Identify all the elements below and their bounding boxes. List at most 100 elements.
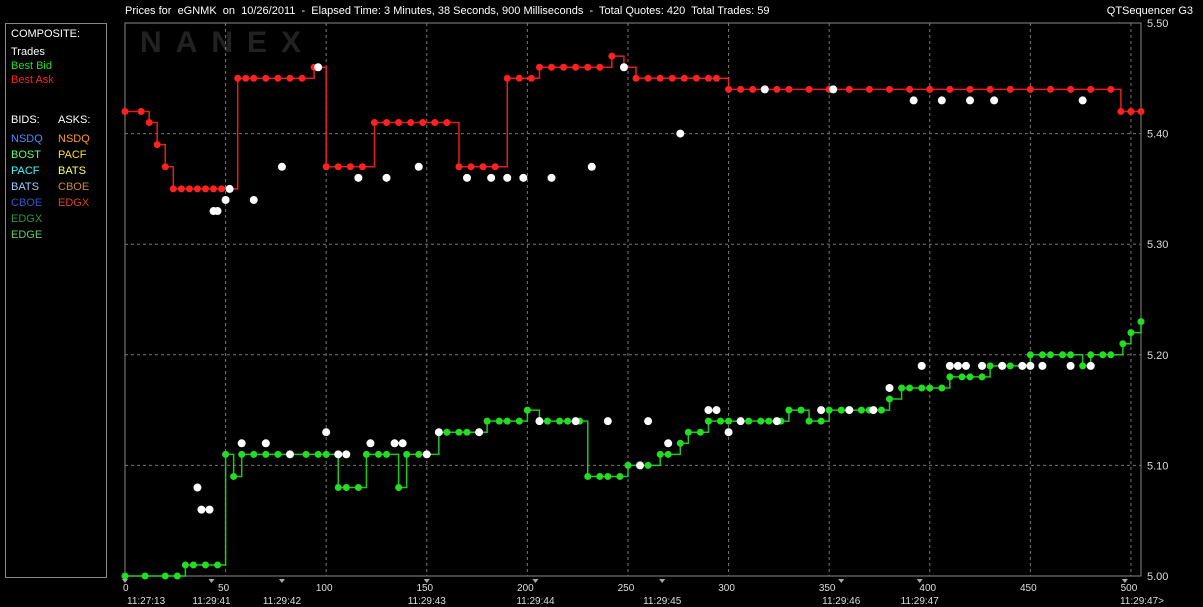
trade-point — [937, 96, 946, 105]
quote-point — [1046, 351, 1054, 359]
trade-point — [636, 461, 645, 470]
trade-point — [463, 173, 472, 182]
x-tick-label: 200 — [517, 583, 534, 594]
watermark: NANEX — [140, 26, 315, 59]
quote-point — [1006, 85, 1014, 93]
quote-point — [443, 119, 451, 127]
quote-point — [898, 384, 906, 392]
quote-point — [1067, 85, 1075, 93]
trade-point — [704, 406, 713, 415]
trade-point — [587, 162, 596, 171]
quote-point — [189, 561, 197, 569]
trade-point — [945, 361, 954, 370]
quote-point — [1127, 107, 1135, 115]
trade-point — [619, 63, 628, 72]
quote-point — [222, 450, 230, 458]
x-tick-label: 0 — [123, 583, 129, 594]
quote-point — [250, 74, 258, 82]
quote-point — [1099, 351, 1107, 359]
quote-point — [181, 561, 189, 569]
x-tick-label: 150 — [416, 583, 433, 594]
trade-point — [1078, 96, 1087, 105]
quote-point — [1006, 362, 1014, 370]
quote-point — [684, 428, 692, 436]
quote-point — [274, 74, 282, 82]
quote-point — [535, 63, 543, 71]
trade-point — [965, 96, 974, 105]
quote-point — [548, 63, 556, 71]
quote-point — [362, 450, 370, 458]
quote-point — [419, 119, 427, 127]
quote-point — [986, 85, 994, 93]
time-label: 11:29:47 — [901, 596, 940, 607]
quote-point — [632, 74, 640, 82]
quote-point — [515, 417, 523, 425]
quote-point — [644, 74, 652, 82]
trade-point — [334, 450, 343, 459]
quote-point — [201, 561, 209, 569]
trade-point — [1066, 361, 1075, 370]
quote-point — [358, 163, 366, 171]
x-tick-label: 300 — [718, 583, 735, 594]
quote-point — [153, 141, 161, 149]
quote-point — [604, 472, 612, 480]
trade-point — [817, 406, 826, 415]
quote-point — [286, 74, 294, 82]
quote-point — [230, 472, 238, 480]
quote-point — [322, 450, 330, 458]
y-tick-label: 5.00 — [1147, 571, 1168, 583]
quote-point — [262, 74, 270, 82]
quote-point — [1079, 362, 1087, 370]
quote-point — [455, 428, 463, 436]
x-tick-label: 350 — [819, 583, 836, 594]
time-label: 11:29:45 — [643, 596, 682, 607]
quote-point — [958, 373, 966, 381]
quote-point — [431, 119, 439, 127]
quote-point — [185, 185, 193, 193]
time-marker — [208, 579, 215, 583]
trade-point — [390, 439, 399, 448]
quote-point — [342, 484, 350, 492]
quote-point — [817, 417, 825, 425]
quote-point — [785, 406, 793, 414]
quote-point — [383, 450, 391, 458]
x-tick-label: 450 — [1020, 583, 1037, 594]
trade-point — [998, 361, 1007, 370]
quote-point — [161, 572, 169, 580]
quote-point — [616, 472, 624, 480]
trade-point — [535, 417, 544, 426]
quote-point — [886, 395, 894, 403]
quote-point — [704, 74, 712, 82]
quote-point — [250, 450, 258, 458]
trade-point — [197, 505, 206, 514]
time-label: 11:29:43 — [408, 596, 447, 607]
quote-point — [773, 85, 781, 93]
quote-point — [725, 417, 733, 425]
trade-point — [712, 406, 721, 415]
y-tick-label: 5.10 — [1147, 460, 1168, 472]
quote-point — [596, 472, 604, 480]
quote-point — [584, 472, 592, 480]
time-label: 11:27:13 — [127, 596, 166, 607]
quote-point — [1067, 351, 1075, 359]
trade-point — [221, 195, 230, 204]
quote-point — [201, 185, 209, 193]
quote-point — [242, 74, 250, 82]
quote-point — [692, 74, 700, 82]
quote-point — [527, 74, 535, 82]
quote-point — [680, 74, 688, 82]
quote-point — [986, 362, 994, 370]
trade-point — [225, 184, 234, 193]
quote-point — [805, 85, 813, 93]
trade-point — [885, 383, 894, 392]
trade-point — [603, 417, 612, 426]
y-tick-label: 5.50 — [1147, 18, 1168, 30]
quote-point — [676, 439, 684, 447]
quote-point — [938, 384, 946, 392]
quote-point — [696, 428, 704, 436]
quote-point — [467, 163, 475, 171]
trade-point — [760, 85, 769, 94]
quote-point — [543, 417, 551, 425]
trade-point — [571, 417, 580, 426]
quote-point — [218, 185, 226, 193]
